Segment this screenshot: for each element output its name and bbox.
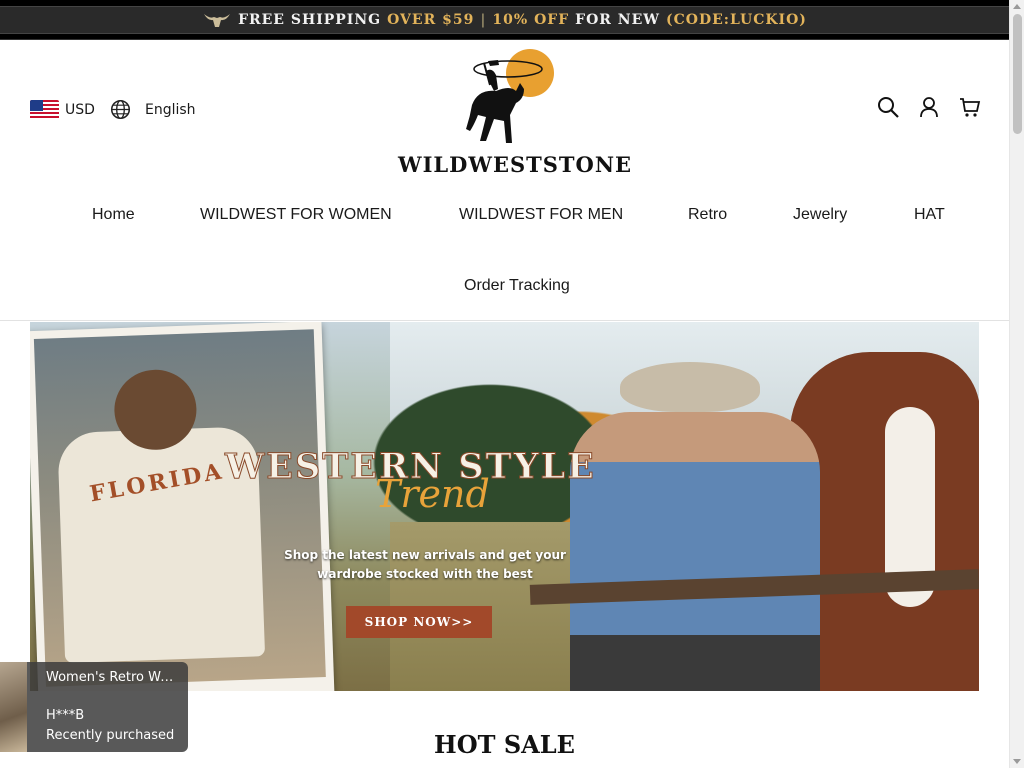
shop-now-button[interactable]: SHOP NOW>> (346, 606, 492, 638)
hero-cowboy (570, 412, 820, 691)
cowboy-hat (620, 362, 760, 412)
threshold-text: OVER $59 (387, 12, 475, 28)
brand-name: WILDWESTSTONE (398, 152, 633, 177)
nav-retro[interactable]: Retro (688, 206, 727, 224)
hero-banner[interactable]: FLORIDA WESTERN STYLE Trend Shop the lat… (30, 322, 979, 691)
cart-icon[interactable] (959, 96, 981, 118)
nav-wildwest-for-men[interactable]: WILDWEST FOR MEN (459, 206, 623, 224)
hero-polaroid: FLORIDA (30, 322, 335, 691)
announcement-message: FREE SHIPPING OVER $59 | 10% OFF FOR NEW… (0, 0, 1009, 40)
account-icon[interactable] (918, 96, 940, 118)
scrollbar[interactable] (1009, 0, 1024, 768)
scroll-down-icon[interactable] (1013, 759, 1021, 764)
toast-product-name: Women's Retro Wes... (46, 670, 180, 685)
nav-order-tracking[interactable]: Order Tracking (464, 277, 570, 295)
cowboy-logo-icon (466, 49, 554, 143)
us-flag-icon (30, 100, 59, 120)
language-label: English (145, 101, 196, 118)
scroll-up-icon[interactable] (1013, 4, 1021, 9)
bull-skull-icon (204, 14, 231, 27)
toast-customer-name: H***B (46, 708, 85, 723)
page: FREE SHIPPING OVER $59 | 10% OFF FOR NEW… (0, 0, 1009, 768)
hot-sale-heading: HOT SALE (434, 730, 575, 759)
search-icon[interactable] (877, 96, 899, 118)
currency-selector[interactable]: USD (30, 100, 95, 120)
globe-icon (110, 99, 131, 120)
divider-text: | (480, 12, 487, 28)
for-new-text: FOR NEW (575, 12, 660, 28)
discount-text: 10% OFF (492, 12, 570, 28)
header-icons (877, 96, 981, 118)
currency-label: USD (65, 102, 95, 118)
nav-jewelry[interactable]: Jewelry (793, 206, 847, 224)
hero-script: Trend (375, 472, 490, 516)
promo-code-text: (CODE:LUCKIO) (666, 12, 807, 28)
hero-subtitle: Shop the latest new arrivals and get you… (284, 548, 566, 581)
nav-wildwest-for-women[interactable]: WILDWEST FOR WOMEN (200, 206, 392, 224)
site-header: USD English WILDWESTSTONE Home WILDWEST … (0, 41, 1009, 321)
free-shipping-text: FREE SHIPPING (238, 12, 382, 28)
announcement-bar[interactable]: FREE SHIPPING OVER $59 | 10% OFF FOR NEW… (0, 0, 1009, 40)
language-selector[interactable]: English (110, 99, 196, 120)
scrollbar-thumb[interactable] (1013, 14, 1022, 134)
site-logo[interactable]: WILDWESTSTONE (398, 45, 633, 177)
nav-hat[interactable]: HAT (914, 206, 945, 224)
nav-home[interactable]: Home (92, 206, 135, 224)
